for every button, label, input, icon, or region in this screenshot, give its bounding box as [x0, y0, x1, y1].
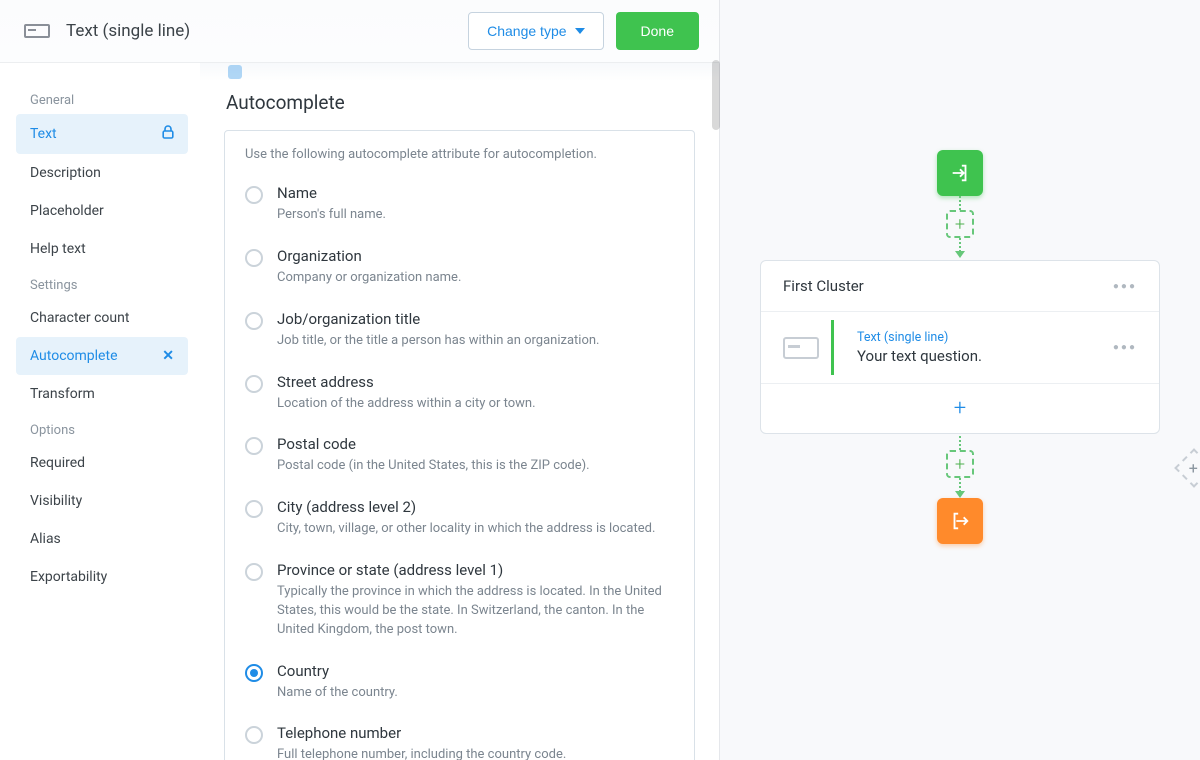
option-desc: Typically the province in which the addr… — [277, 583, 674, 640]
sidebar-item-label: Required — [30, 455, 85, 471]
sidebar-item-label: Autocomplete — [30, 348, 118, 364]
option-desc: Name of the country. — [277, 684, 398, 703]
done-button[interactable]: Done — [616, 12, 699, 50]
sidebar-item-description[interactable]: Description — [16, 154, 188, 192]
sidebar-item-required[interactable]: Required — [16, 444, 188, 482]
option-label: Street address — [277, 373, 536, 391]
sidebar-item-label: Text — [30, 126, 57, 142]
more-icon[interactable]: ●●● — [1113, 281, 1137, 292]
add-branch-button[interactable]: + — [1174, 448, 1200, 488]
start-node[interactable] — [937, 150, 983, 196]
sidebar-item-label: Character count — [30, 310, 129, 326]
add-step-button[interactable]: + — [946, 450, 974, 478]
connector-line — [959, 478, 961, 492]
option-country[interactable]: Country Name of the country. — [245, 654, 674, 717]
option-province[interactable]: Province or state (address level 1) Typic… — [245, 553, 674, 654]
sidebar-item-autocomplete[interactable]: Autocomplete ✕ — [16, 337, 188, 375]
option-desc: Company or organization name. — [277, 269, 461, 288]
sidebar-item-visibility[interactable]: Visibility — [16, 482, 188, 520]
field-type-label: Text (single line) — [66, 21, 190, 41]
option-label: Telephone number — [277, 724, 566, 742]
sidebar-group-options: Options — [16, 413, 188, 444]
option-label: Postal code — [277, 435, 590, 453]
radio-icon[interactable] — [245, 500, 263, 518]
sidebar-item-transform[interactable]: Transform — [16, 375, 188, 413]
add-question-button[interactable]: + — [954, 396, 966, 421]
option-label: Job/organization title — [277, 310, 599, 328]
lock-icon — [162, 125, 174, 143]
autocomplete-panel: Use the following autocomplete attribute… — [224, 130, 695, 760]
sidebar-group-general: General — [16, 83, 188, 114]
sidebar-item-label: Description — [30, 165, 101, 181]
option-telephone[interactable]: Telephone number Full telephone number, i… — [245, 716, 674, 760]
enter-icon — [949, 162, 971, 184]
option-desc: Location of the address within a city or… — [277, 395, 536, 414]
connector-line — [959, 196, 961, 210]
cluster-title: First Cluster — [783, 277, 864, 295]
question-label: Your text question. — [857, 347, 1089, 365]
add-step-button[interactable]: + — [946, 210, 974, 238]
sidebar-item-label: Help text — [30, 241, 86, 257]
more-icon[interactable]: ●●● — [1113, 342, 1137, 353]
sidebar-item-exportability[interactable]: Exportability — [16, 558, 188, 596]
radio-icon[interactable] — [245, 664, 263, 682]
radio-icon[interactable] — [245, 726, 263, 744]
section-heading: Autocomplete — [226, 91, 695, 114]
sidebar-item-label: Visibility — [30, 493, 82, 509]
option-city[interactable]: City (address level 2) City, town, villag… — [245, 490, 674, 553]
option-street-address[interactable]: Street address Location of the address wi… — [245, 365, 674, 428]
question-type: Text (single line) — [857, 330, 1089, 345]
previous-section-peek — [200, 63, 719, 81]
arrow-down-icon — [955, 491, 965, 498]
radio-icon[interactable] — [245, 249, 263, 267]
sidebar: General Text Description Placeholder Hel… — [0, 63, 200, 760]
sidebar-item-label: Exportability — [30, 569, 107, 585]
option-label: Province or state (address level 1) — [277, 561, 674, 579]
option-desc: Job title, or the title a person has wit… — [277, 332, 599, 351]
main-panel: Autocomplete Use the following autocompl… — [200, 63, 719, 760]
change-type-button[interactable]: Change type — [468, 12, 603, 50]
radio-icon[interactable] — [245, 375, 263, 393]
sidebar-item-help-text[interactable]: Help text — [16, 230, 188, 268]
option-name[interactable]: Name Person's full name. — [245, 176, 674, 239]
sidebar-item-character-count[interactable]: Character count — [16, 299, 188, 337]
panel-intro: Use the following autocomplete attribute… — [245, 147, 674, 162]
sidebar-item-label: Transform — [30, 386, 95, 402]
exit-icon — [949, 510, 971, 532]
option-postal-code[interactable]: Postal code Postal code (in the United St… — [245, 427, 674, 490]
sidebar-item-alias[interactable]: Alias — [16, 520, 188, 558]
radio-icon[interactable] — [245, 186, 263, 204]
option-desc: Person's full name. — [277, 206, 386, 225]
close-icon[interactable]: ✕ — [162, 349, 174, 363]
cluster-card[interactable]: First Cluster ●●● Text (single line) You… — [760, 260, 1160, 434]
radio-icon[interactable] — [245, 563, 263, 581]
option-job-title[interactable]: Job/organization title Job title, or the … — [245, 302, 674, 365]
question-row[interactable]: Text (single line) Your text question. ●… — [761, 312, 1159, 384]
radio-icon[interactable] — [245, 312, 263, 330]
sidebar-item-text[interactable]: Text — [16, 114, 188, 154]
option-label: Country — [277, 662, 398, 680]
text-field-icon — [783, 337, 819, 359]
connector-line — [959, 238, 961, 252]
option-desc: Postal code (in the United States, this … — [277, 457, 590, 476]
change-type-label: Change type — [487, 23, 566, 39]
sidebar-item-label: Alias — [30, 531, 61, 547]
text-field-icon — [24, 24, 50, 38]
option-label: Name — [277, 184, 386, 202]
option-label: City (address level 2) — [277, 498, 655, 516]
sidebar-item-placeholder[interactable]: Placeholder — [16, 192, 188, 230]
arrow-down-icon — [955, 251, 965, 258]
radio-icon[interactable] — [245, 437, 263, 455]
end-node[interactable] — [937, 498, 983, 544]
option-desc: Full telephone number, including the cou… — [277, 746, 566, 760]
sidebar-group-settings: Settings — [16, 268, 188, 299]
flow-canvas[interactable]: + First Cluster ●●● Text (single line) Y… — [720, 0, 1200, 760]
chevron-down-icon — [575, 28, 585, 34]
sidebar-item-label: Placeholder — [30, 203, 104, 219]
connector-line — [959, 436, 961, 450]
option-desc: City, town, village, or other locality i… — [277, 520, 655, 539]
option-organization[interactable]: Organization Company or organization name… — [245, 239, 674, 302]
option-label: Organization — [277, 247, 461, 265]
